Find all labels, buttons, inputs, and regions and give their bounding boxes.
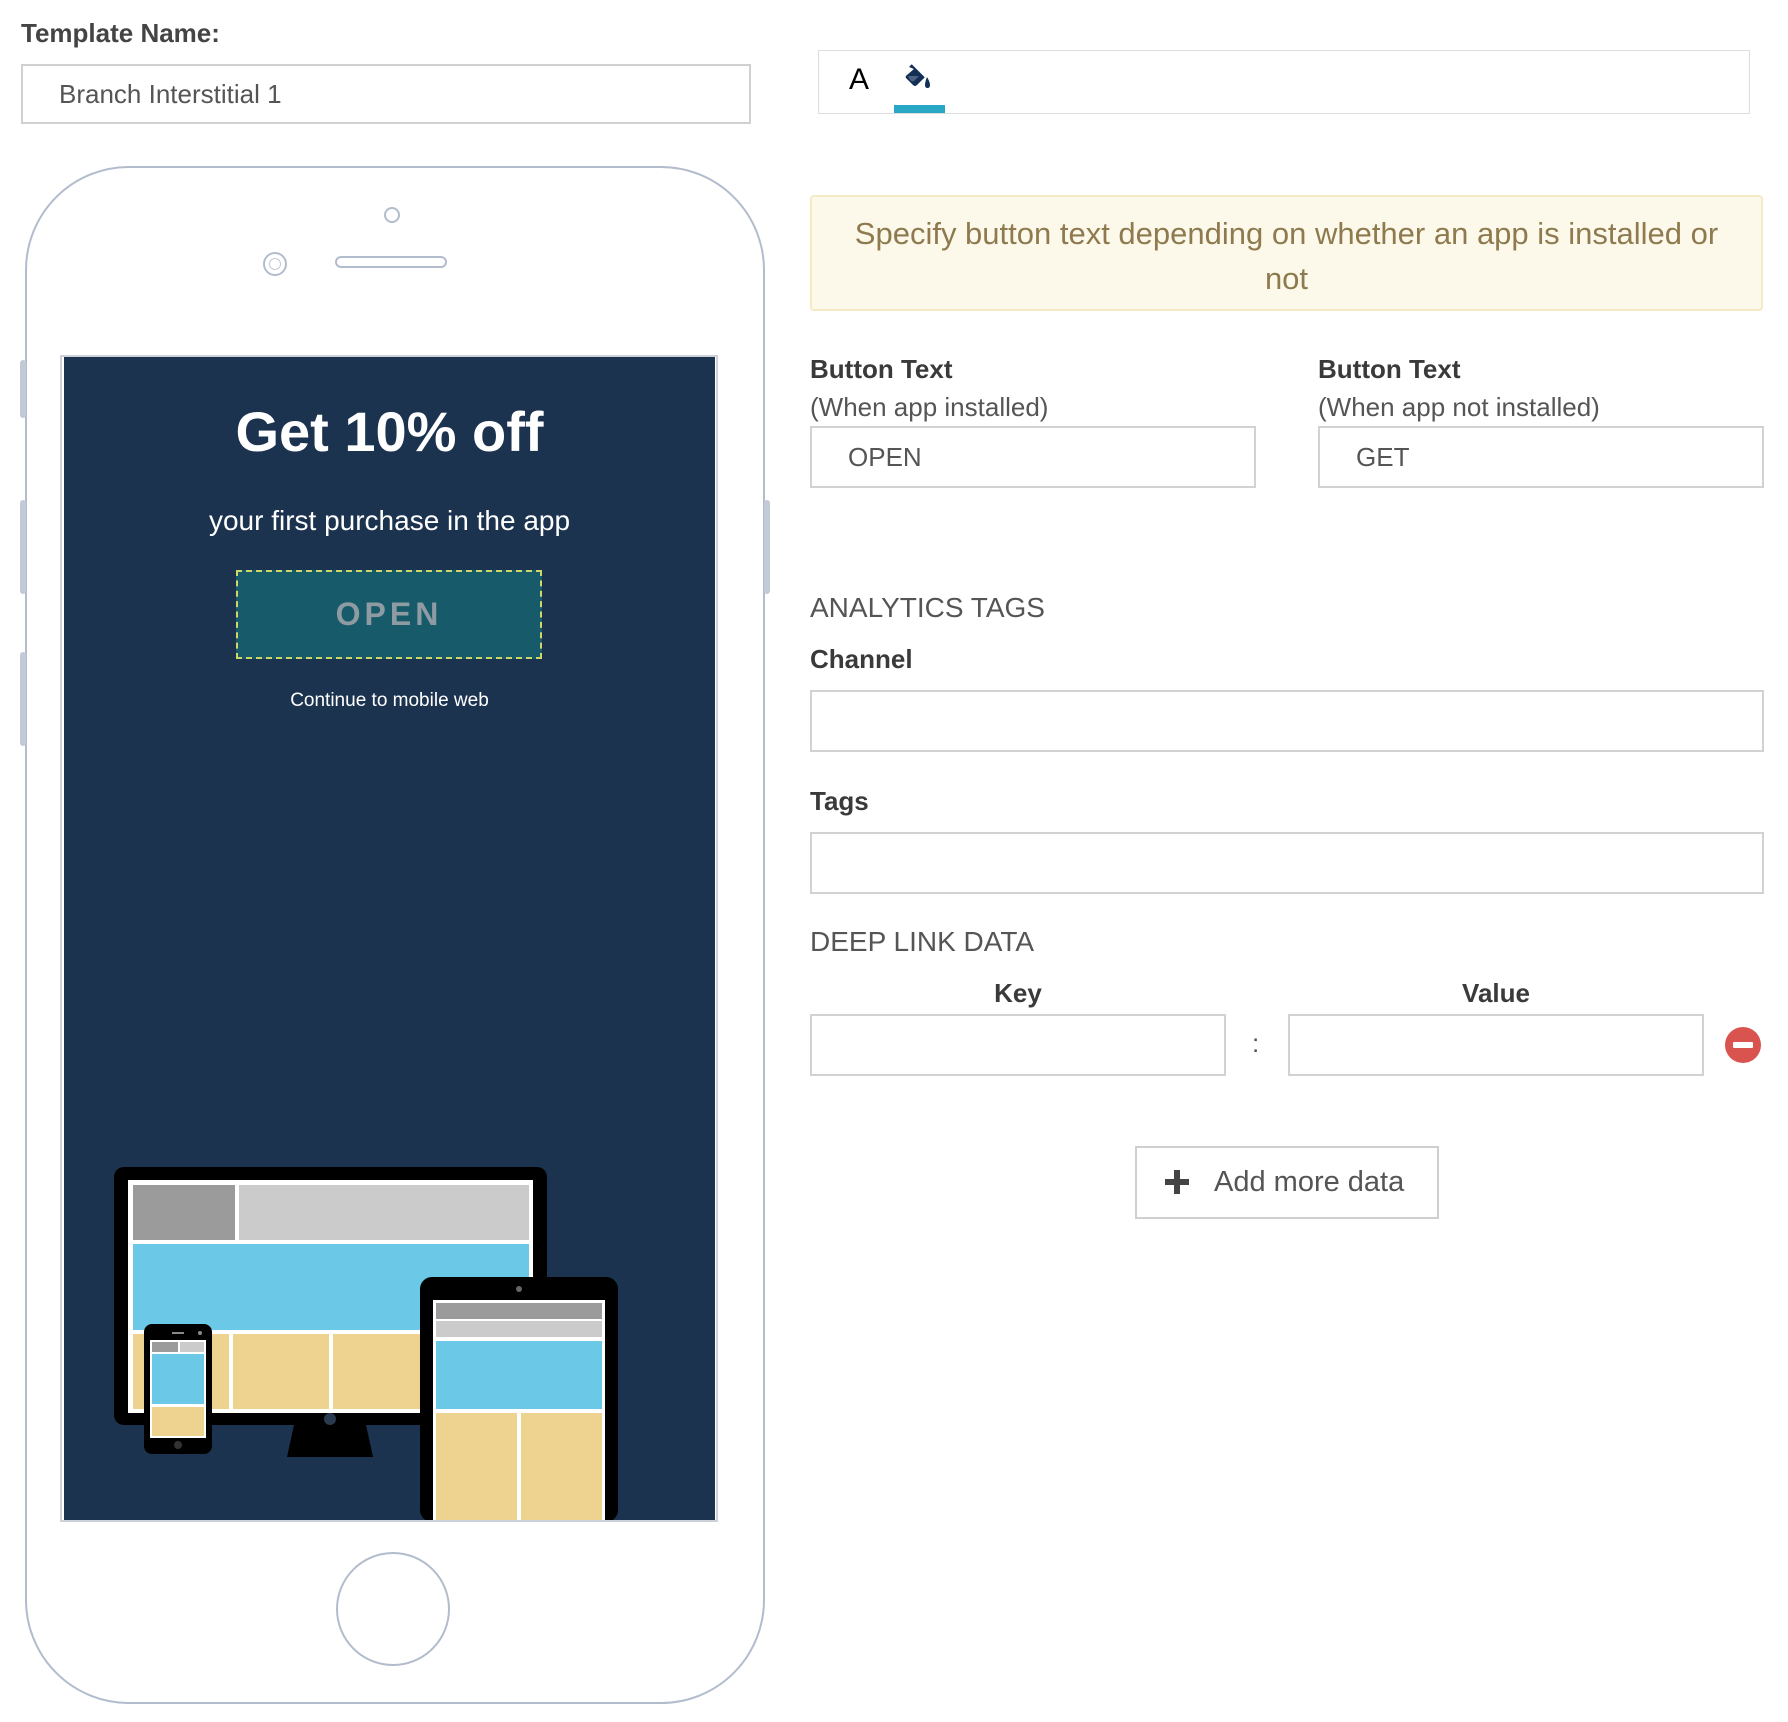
deep-link-key-input[interactable] xyxy=(810,1014,1226,1076)
text-style-tab[interactable]: A xyxy=(843,57,875,103)
devices-illustration xyxy=(114,1167,618,1520)
phone-home-button xyxy=(336,1552,450,1666)
analytics-tags-heading: ANALYTICS TAGS xyxy=(810,592,1045,623)
paint-bucket-icon[interactable] xyxy=(894,57,944,103)
preview-open-button[interactable]: OPEN xyxy=(236,570,542,659)
phone-mute-switch xyxy=(20,360,26,418)
add-more-data-label: Add more data xyxy=(1214,1166,1405,1198)
phone-sensor xyxy=(384,207,400,223)
add-more-data-button[interactable]: Add more data xyxy=(1135,1146,1439,1219)
editor-toolbar: A xyxy=(818,50,1750,114)
button-text-installed-input[interactable] xyxy=(810,426,1256,488)
continue-to-mobile-web-link[interactable]: Continue to mobile web xyxy=(64,690,715,712)
template-name-input[interactable] xyxy=(21,64,751,124)
channel-input[interactable] xyxy=(810,690,1764,752)
preview-headline: Get 10% off xyxy=(235,400,544,463)
button-text-not-installed-sublabel: (When app not installed) xyxy=(1318,392,1600,422)
phone-speaker xyxy=(335,256,447,268)
key-value-separator: : xyxy=(1252,1028,1260,1058)
interstitial-preview: Get 10% off your first purchase in the a… xyxy=(64,357,715,1520)
button-text-not-installed-label: Button Text xyxy=(1318,354,1461,384)
tags-label: Tags xyxy=(810,786,869,816)
info-alert: Specify button text depending on whether… xyxy=(810,195,1763,311)
plus-icon xyxy=(1165,1170,1189,1194)
template-name-label: Template Name: xyxy=(21,18,220,48)
button-text-installed-sublabel: (When app installed) xyxy=(810,392,1049,422)
phone-volume-down xyxy=(20,652,26,746)
button-text-installed-label: Button Text xyxy=(810,354,953,384)
phone-camera xyxy=(263,252,287,276)
button-text-not-installed-input[interactable] xyxy=(1318,426,1764,488)
phone-power-button xyxy=(764,500,770,594)
active-tab-indicator xyxy=(894,105,945,113)
phone-volume-up xyxy=(20,500,26,594)
remove-row-icon[interactable] xyxy=(1725,1027,1761,1063)
preview-subline: your first purchase in the app xyxy=(208,505,571,536)
channel-label: Channel xyxy=(810,644,913,674)
value-column-header: Value xyxy=(1462,978,1530,1008)
deep-link-value-input[interactable] xyxy=(1288,1014,1704,1076)
deep-link-data-heading: DEEP LINK DATA xyxy=(810,926,1035,957)
tags-input[interactable] xyxy=(810,832,1764,894)
key-column-header: Key xyxy=(994,978,1042,1008)
